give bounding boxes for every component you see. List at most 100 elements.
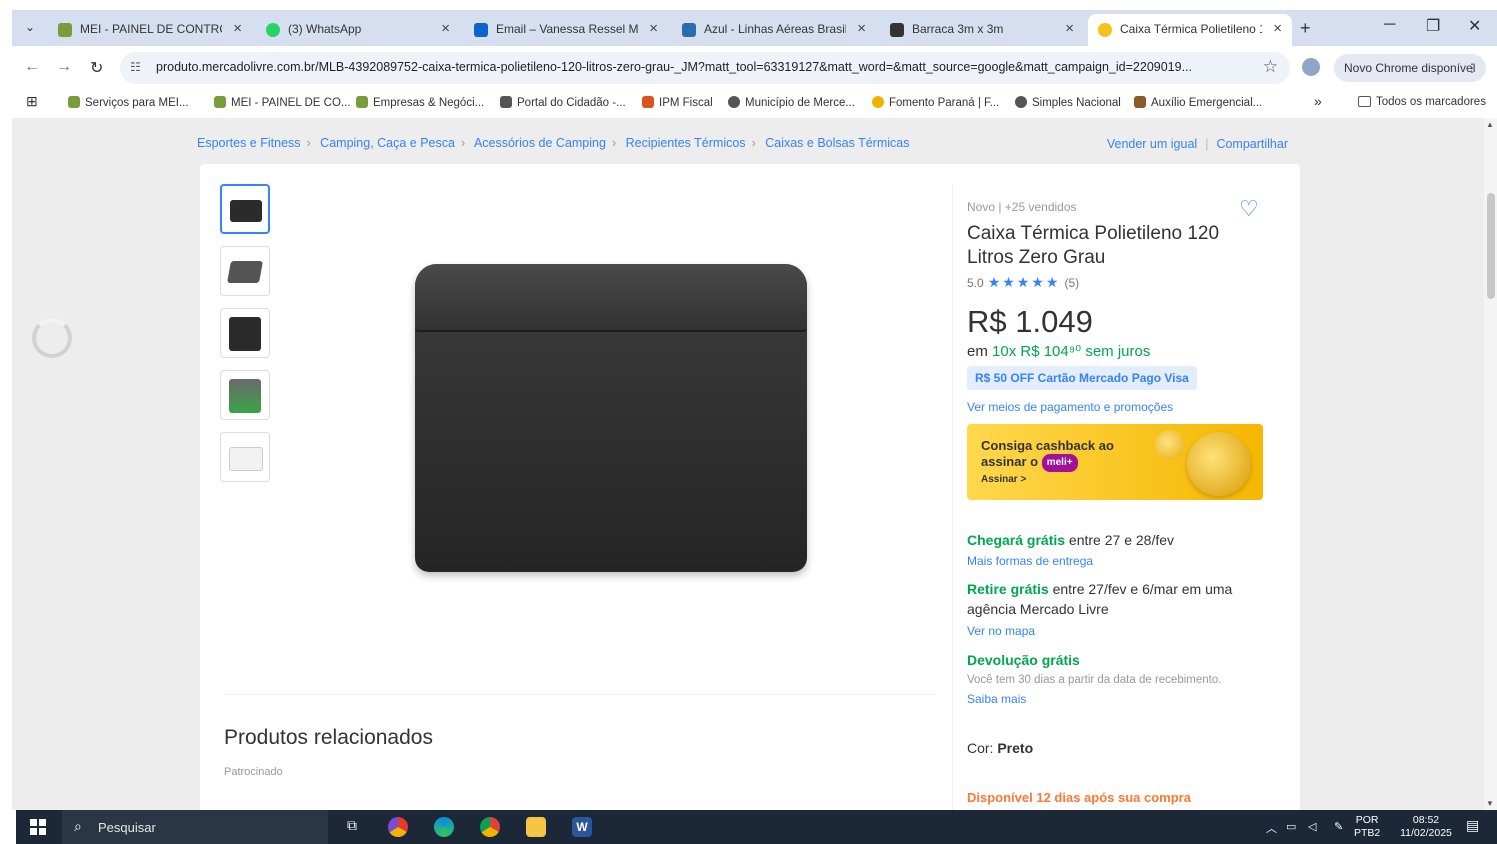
mei-favicon-icon: [58, 23, 72, 37]
bookmark-favicon-icon: [500, 96, 512, 108]
return-label: Devolução grátis: [967, 652, 1080, 668]
bookmark-item[interactable]: Auxílio Emergencial...: [1134, 96, 1262, 109]
tab-title: Caixa Térmica Polietileno 12: [1120, 22, 1262, 36]
breadcrumb-item[interactable]: Recipientes Térmicos: [626, 136, 746, 150]
windows-start-icon[interactable]: [30, 819, 46, 835]
tab-barraca[interactable]: Barraca 3m x 3m ×: [880, 14, 1084, 46]
chevron-right-icon: ›: [460, 136, 466, 150]
scrollbar-thumb[interactable]: [1487, 193, 1495, 299]
close-tab-icon[interactable]: ×: [1065, 20, 1074, 37]
profile-avatar-icon[interactable]: [1302, 58, 1320, 76]
color-label: Cor:: [967, 740, 994, 756]
menu-dots-icon[interactable]: ⋮: [1466, 54, 1478, 82]
reload-icon[interactable]: ↻: [90, 58, 103, 78]
scroll-up-icon[interactable]: ▲: [1486, 120, 1494, 129]
tab-email[interactable]: Email – Vanessa Ressel Moe ×: [464, 14, 668, 46]
forward-icon[interactable]: →: [56, 58, 72, 76]
scroll-down-icon[interactable]: ▼: [1486, 799, 1494, 808]
restore-icon[interactable]: ❐: [1426, 16, 1440, 36]
chevron-right-icon: ›: [751, 136, 756, 150]
close-tab-icon[interactable]: ×: [857, 20, 866, 37]
chrome-icon[interactable]: [480, 817, 500, 837]
new-tab-icon[interactable]: +: [1300, 18, 1311, 39]
share-link[interactable]: Compartilhar: [1216, 137, 1288, 151]
bookmark-favicon-icon: [1134, 96, 1146, 108]
thumbnail-2[interactable]: [220, 246, 270, 296]
taskbar-search[interactable]: ⌕ Pesquisar: [62, 810, 328, 844]
word-icon[interactable]: W: [572, 817, 592, 837]
tab-mei[interactable]: MEI - PAINEL DE CONTROLE ×: [48, 14, 252, 46]
browser-toolbar: ← → ↻ ☷ produto.mercadolivre.com.br/MLB-…: [12, 46, 1497, 90]
volume-icon[interactable]: ◁: [1308, 820, 1316, 833]
breadcrumb-item[interactable]: Esportes e Fitness: [197, 136, 301, 150]
bookmark-item[interactable]: Simples Nacional: [1015, 96, 1121, 109]
promo-badge: R$ 50 OFF Cartão Mercado Pago Visa: [967, 366, 1197, 390]
page-scrollbar[interactable]: ▲ ▼: [1484, 118, 1497, 810]
close-tab-icon[interactable]: ×: [1273, 20, 1282, 37]
close-window-icon[interactable]: ✕: [1468, 16, 1481, 36]
color-value: Preto: [997, 740, 1034, 756]
cashback-cta[interactable]: Assinar >: [981, 474, 1026, 485]
delivery-label: Chegará grátis: [967, 532, 1066, 548]
bookmark-item[interactable]: MEI - PAINEL DE CO...: [214, 96, 351, 109]
pen-icon[interactable]: ✎: [1334, 820, 1343, 833]
learn-more-link[interactable]: Saiba mais: [967, 692, 1026, 706]
product-title: Caixa Térmica Polietileno 120 Litros Zer…: [967, 223, 1220, 268]
thumbnail-1[interactable]: [220, 184, 270, 234]
bookmark-item[interactable]: Empresas & Negóci...: [356, 96, 484, 109]
url-text[interactable]: produto.mercadolivre.com.br/MLB-43920897…: [156, 60, 1236, 74]
more-bookmarks-icon[interactable]: »: [1314, 93, 1322, 109]
apps-grid-icon[interactable]: ⊞: [26, 93, 38, 110]
all-bookmarks-folder[interactable]: Todos os marcadores: [1358, 96, 1486, 108]
tab-caixa-termica[interactable]: Caixa Térmica Polietileno 12 ×: [1088, 14, 1292, 46]
cooler-side-thumbnail-image: [229, 317, 261, 351]
copilot-icon[interactable]: [388, 817, 408, 837]
clock[interactable]: 08:52 11/02/2025: [1396, 814, 1456, 840]
chrome-update-button[interactable]: Novo Chrome disponível ⋮: [1334, 54, 1486, 82]
view-map-link[interactable]: Ver no mapa: [967, 624, 1035, 638]
sell-same-link[interactable]: Vender um igual: [1107, 137, 1197, 151]
delivery-more-link[interactable]: Mais formas de entrega: [967, 554, 1093, 568]
payment-methods-link[interactable]: Ver meios de pagamento e promoções: [967, 400, 1173, 414]
breadcrumb-item[interactable]: Acessórios de Camping: [474, 136, 606, 150]
minimize-icon[interactable]: ─: [1384, 16, 1395, 34]
bookmark-star-icon[interactable]: ☆: [1263, 57, 1278, 77]
tab-title: MEI - PAINEL DE CONTROLE: [80, 22, 222, 36]
bookmark-item[interactable]: Fomento Paraná | F...: [872, 96, 999, 109]
bookmark-favicon-icon: [68, 96, 80, 108]
cashback-banner[interactable]: Consiga cashback ao assinar o meli+ Assi…: [967, 424, 1263, 500]
task-view-icon[interactable]: ⧉: [342, 817, 362, 837]
favorite-heart-icon[interactable]: ♡: [1239, 196, 1259, 222]
thumbnail-5[interactable]: [220, 432, 270, 482]
page-viewport: Esportes e Fitness › Camping, Caça e Pesc…: [12, 118, 1484, 810]
rating[interactable]: 5.0 ★★★★★ (5): [967, 274, 1079, 291]
notifications-icon[interactable]: ▤: [1466, 817, 1479, 834]
breadcrumb-item[interactable]: Camping, Caça e Pesca: [320, 136, 455, 150]
tray-chevron-icon[interactable]: ︿: [1266, 820, 1277, 836]
edge-icon[interactable]: [434, 817, 454, 837]
address-bar[interactable]: ☷ produto.mercadolivre.com.br/MLB-439208…: [120, 52, 1290, 84]
tab-whatsapp[interactable]: (3) WhatsApp ×: [256, 14, 460, 46]
file-explorer-icon[interactable]: [526, 817, 546, 837]
product-card: Produtos relacionados Patrocinado Novo |…: [200, 164, 1300, 810]
breadcrumb-item[interactable]: Caixas e Bolsas Térmicas: [765, 136, 909, 150]
close-tab-icon[interactable]: ×: [441, 20, 450, 37]
bookmark-item[interactable]: Serviços para MEI...: [68, 96, 189, 109]
cooler-thumbnail-image: [230, 200, 262, 222]
thumbnail-4[interactable]: [220, 370, 270, 420]
bookmark-item[interactable]: Município de Merce...: [728, 96, 855, 109]
network-icon[interactable]: ▭: [1286, 820, 1296, 833]
tab-search-chevron-icon[interactable]: ⌄: [18, 16, 42, 38]
bookmark-item[interactable]: IPM Fiscal: [642, 96, 713, 109]
coin-icon: [1187, 432, 1251, 496]
back-icon[interactable]: ←: [24, 58, 40, 76]
close-tab-icon[interactable]: ×: [649, 20, 658, 37]
tab-azul[interactable]: Azul - Linhas Aéreas Brasile ×: [672, 14, 876, 46]
bookmark-item[interactable]: Portal do Cidadão -...: [500, 96, 626, 109]
color-selector[interactable]: Cor: Preto: [967, 740, 1033, 756]
site-info-icon[interactable]: ☷: [130, 60, 141, 74]
thumbnail-3[interactable]: [220, 308, 270, 358]
close-tab-icon[interactable]: ×: [233, 20, 242, 37]
main-product-image[interactable]: [295, 179, 935, 649]
input-language[interactable]: POR PTB2: [1354, 814, 1380, 840]
